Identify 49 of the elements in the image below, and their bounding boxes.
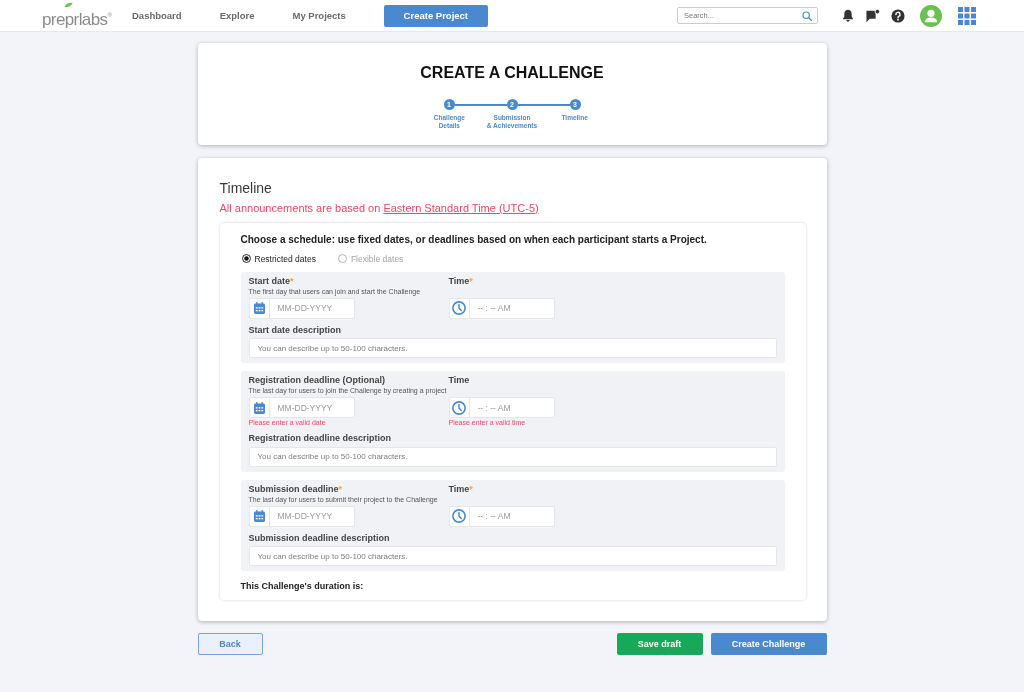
nav-link[interactable]: My Projects [292, 10, 346, 21]
time-input[interactable]: -- : -- AM [468, 297, 555, 319]
section-title: Timeline [219, 179, 273, 196]
field-label: Start date* [248, 275, 295, 287]
logo[interactable]: preprlabs$^{®}$ [42, 6, 112, 29]
page-title: CREATE A CHALLENGE [419, 64, 605, 82]
duration-label: This Challenge's duration is: [240, 580, 365, 592]
field-label: Registration deadline description [248, 433, 393, 444]
description-field[interactable]: You can describe up to 50-100 characters. [248, 446, 777, 467]
timezone-notice: All announcements are based on Eastern Standard Time (UTC-5) [219, 201, 540, 214]
leaf-icon [64, 2, 73, 8]
clock-icon[interactable] [452, 400, 466, 415]
bell-icon[interactable] [842, 8, 854, 23]
field-label: Registration deadline (Optional) [248, 375, 386, 386]
apps-grid-icon[interactable] [958, 6, 976, 25]
timezone-link[interactable]: Eastern Standard Time (UTC-5) [383, 201, 539, 214]
step-connector [517, 103, 570, 106]
calendar-icon[interactable] [253, 302, 265, 314]
create-project-button[interactable]: Create Project [383, 4, 488, 27]
radio-icon[interactable] [241, 254, 251, 263]
clock-icon[interactable] [452, 301, 466, 315]
date-input[interactable]: MM-DD-YYYY [268, 297, 355, 319]
back-button[interactable]: Back [197, 633, 263, 655]
description-field[interactable]: You can describe up to 50-100 characters. [248, 338, 777, 358]
message-icon[interactable] [866, 8, 880, 23]
schedule-prompt: Choose a schedule: use fixed dates, or deadlines based on when each participant starts a Project. [240, 233, 708, 246]
date-input[interactable]: MM-DD-YYYY [268, 397, 355, 418]
time-input[interactable]: -- : -- AM [468, 397, 555, 418]
calendar-icon[interactable] [253, 510, 265, 522]
avatar-icon[interactable] [920, 4, 942, 27]
step-connector [454, 103, 507, 106]
search-icon[interactable] [802, 10, 812, 21]
time-input[interactable]: -- : -- AM [468, 505, 555, 527]
clock-icon[interactable] [452, 509, 466, 523]
field-label: Submission deadline* [248, 483, 344, 495]
calendar-icon[interactable] [253, 401, 265, 414]
help-icon[interactable] [891, 8, 905, 23]
description-field[interactable]: You can describe up to 50-100 characters. [248, 546, 777, 566]
field-label: Time [448, 375, 471, 386]
schedule-option[interactable]: Restricted dates [241, 253, 316, 264]
date-input[interactable]: MM-DD-YYYY [268, 505, 355, 527]
save-draft-button[interactable]: Save draft [616, 633, 703, 655]
field-label: Submission deadline description [248, 532, 391, 544]
field-label: Time* [448, 275, 474, 287]
nav-link[interactable]: Explore [219, 10, 255, 21]
field-label: Start date description [248, 324, 343, 336]
create-challenge-button[interactable]: Create Challenge [710, 633, 827, 655]
field-label: Time* [448, 483, 474, 495]
nav-link[interactable]: Dashboard [132, 10, 182, 21]
